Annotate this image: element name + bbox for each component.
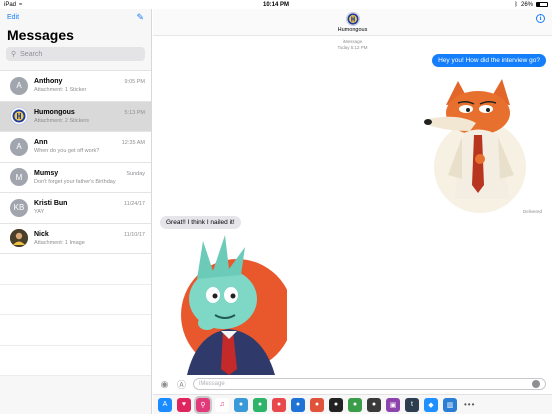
status-time: 10:14 PM — [262, 1, 289, 8]
conversation-nick[interactable]: Nick 11/10/17 Attachment: 1 Image — [0, 223, 151, 254]
conversation-time: Sunday — [126, 170, 145, 177]
conversation-humongous[interactable]: Humongous 5:13 PM Attachment: 2 Stickers — [0, 101, 151, 132]
conversation-time: 5:13 PM — [124, 109, 145, 116]
conversation-mumsy[interactable]: M Mumsy Sunday Don't forget your father'… — [0, 162, 151, 193]
message-input-placeholder: iMessage — [199, 381, 225, 387]
digital-touch-app-icon[interactable]: ♥ — [177, 397, 191, 412]
edit-button[interactable]: Edit — [7, 14, 19, 21]
conversation-preview: Attachment: 2 Stickers — [34, 117, 90, 124]
conversation-kristi-bun[interactable]: KB Kristi Bun 11/24/17 YAY — [0, 193, 151, 224]
trello-app-icon[interactable]: ▥ — [443, 397, 457, 412]
conversation-name: Mumsy — [34, 169, 59, 177]
app-store-app-icon[interactable]: A — [158, 397, 172, 412]
humongous-logo-icon — [346, 12, 359, 25]
sticker-app-icon-8[interactable]: ● — [367, 397, 381, 412]
conversation-list: A Anthony 9:05 PM Attachment: 1 Sticker — [0, 70, 151, 254]
fox-sticker[interactable] — [418, 75, 528, 213]
conversation-time: 11/10/17 — [123, 231, 145, 238]
conversation-time: 12:35 AM — [121, 140, 145, 147]
conversation-name: Kristi Bun — [34, 200, 68, 208]
empty-list-area — [0, 254, 151, 376]
conversation-anthony[interactable]: A Anthony 9:05 PM Attachment: 1 Sticker — [0, 71, 151, 102]
message-time: Today 5:12 PM — [337, 44, 368, 50]
conversation-preview: Attachment: 1 Image — [34, 239, 85, 246]
conversation-name: Anthony — [34, 78, 63, 86]
avatar: A — [10, 137, 28, 156]
info-icon[interactable]: i — [536, 14, 545, 23]
avatar: A — [10, 76, 28, 95]
message-timestamp: iMessage Today 5:12 PM — [153, 39, 552, 50]
conversation-time: 9:05 PM — [124, 79, 145, 86]
search-placeholder: Search — [20, 50, 43, 58]
humongous-logo-avatar — [10, 107, 28, 126]
tumblr-app-icon[interactable]: t — [405, 397, 419, 412]
message-input[interactable]: iMessage — [193, 378, 546, 390]
outgoing-message[interactable]: Hey you! How did the interview go? — [432, 54, 546, 67]
chat-header: Humongous i — [153, 9, 552, 36]
sticker-app-icon-1[interactable]: ● — [234, 397, 248, 412]
avatar-photo — [10, 229, 28, 248]
sticker-app-icon-2[interactable]: ● — [253, 397, 267, 412]
contact-avatar[interactable] — [345, 11, 360, 26]
conversation-name: Nick — [34, 230, 49, 238]
sticker-app-icon-3[interactable]: ● — [272, 397, 286, 412]
conversation-preview: Attachment: 1 Sticker — [34, 87, 87, 94]
sticker-app-icon-5[interactable]: ● — [310, 397, 324, 412]
contact-name[interactable]: Humongous — [338, 27, 368, 33]
more-apps-icon[interactable]: ••• — [464, 400, 475, 409]
camera-icon[interactable]: ◉ — [159, 379, 170, 390]
twitch-app-icon[interactable]: ▣ — [386, 397, 400, 412]
conversation-preview: When do you get off work? — [34, 148, 100, 155]
status-bar: iPad ≈ 10:14 PM ᛒ 26% — [0, 0, 552, 9]
conversation-preview: YAY — [34, 209, 45, 216]
conversation-ann[interactable]: A Ann 12:35 AM When do you get off work? — [0, 132, 151, 163]
images-search-app-icon[interactable]: ⚲ — [194, 395, 212, 414]
message-composer: ◉ Ⓐ iMessage — [153, 374, 552, 394]
humongous-logo-icon — [12, 109, 26, 123]
person-photo-icon — [10, 229, 28, 248]
compose-icon[interactable]: ✎ — [136, 12, 144, 23]
conversation-preview: Don't forget your father's Birthday — [34, 178, 116, 185]
app-drawer: A ♥ ⚲ ♫ ● ● ● ● ● ● ● ● ▣ t ◆ ▥ ••• — [153, 394, 552, 414]
conversation-sidebar: Edit ✎ Messages ⚲ Search A Anthony 9:05 … — [0, 9, 152, 414]
incoming-message[interactable]: Great!! I think I nailed it! — [160, 216, 241, 229]
search-input[interactable]: ⚲ Search — [6, 47, 145, 61]
music-app-icon[interactable]: ♫ — [215, 397, 229, 412]
conversation-name: Humongous — [34, 108, 75, 116]
conversation-time: 11/24/17 — [123, 201, 145, 208]
sticker-app-icon-4[interactable]: ● — [291, 397, 305, 412]
avatar: KB — [10, 198, 28, 217]
conversation-name: Ann — [34, 139, 48, 147]
conversation-pane: Humongous i iMessage Today 5:12 PM Hey y… — [153, 9, 552, 414]
search-icon: ⚲ — [11, 51, 17, 58]
dropbox-app-icon[interactable]: ◆ — [424, 397, 438, 412]
app-store-icon[interactable]: Ⓐ — [176, 379, 187, 390]
sticker-app-icon-7[interactable]: ● — [348, 397, 362, 412]
battery-icon — [536, 2, 548, 7]
sticker-app-icon-6[interactable]: ● — [329, 397, 343, 412]
microphone-icon[interactable] — [532, 380, 540, 388]
delivered-status: Delivered — [522, 209, 542, 214]
avatar: M — [10, 168, 28, 187]
pajama-sam-sticker[interactable] — [167, 233, 287, 375]
page-title: Messages — [7, 27, 74, 43]
